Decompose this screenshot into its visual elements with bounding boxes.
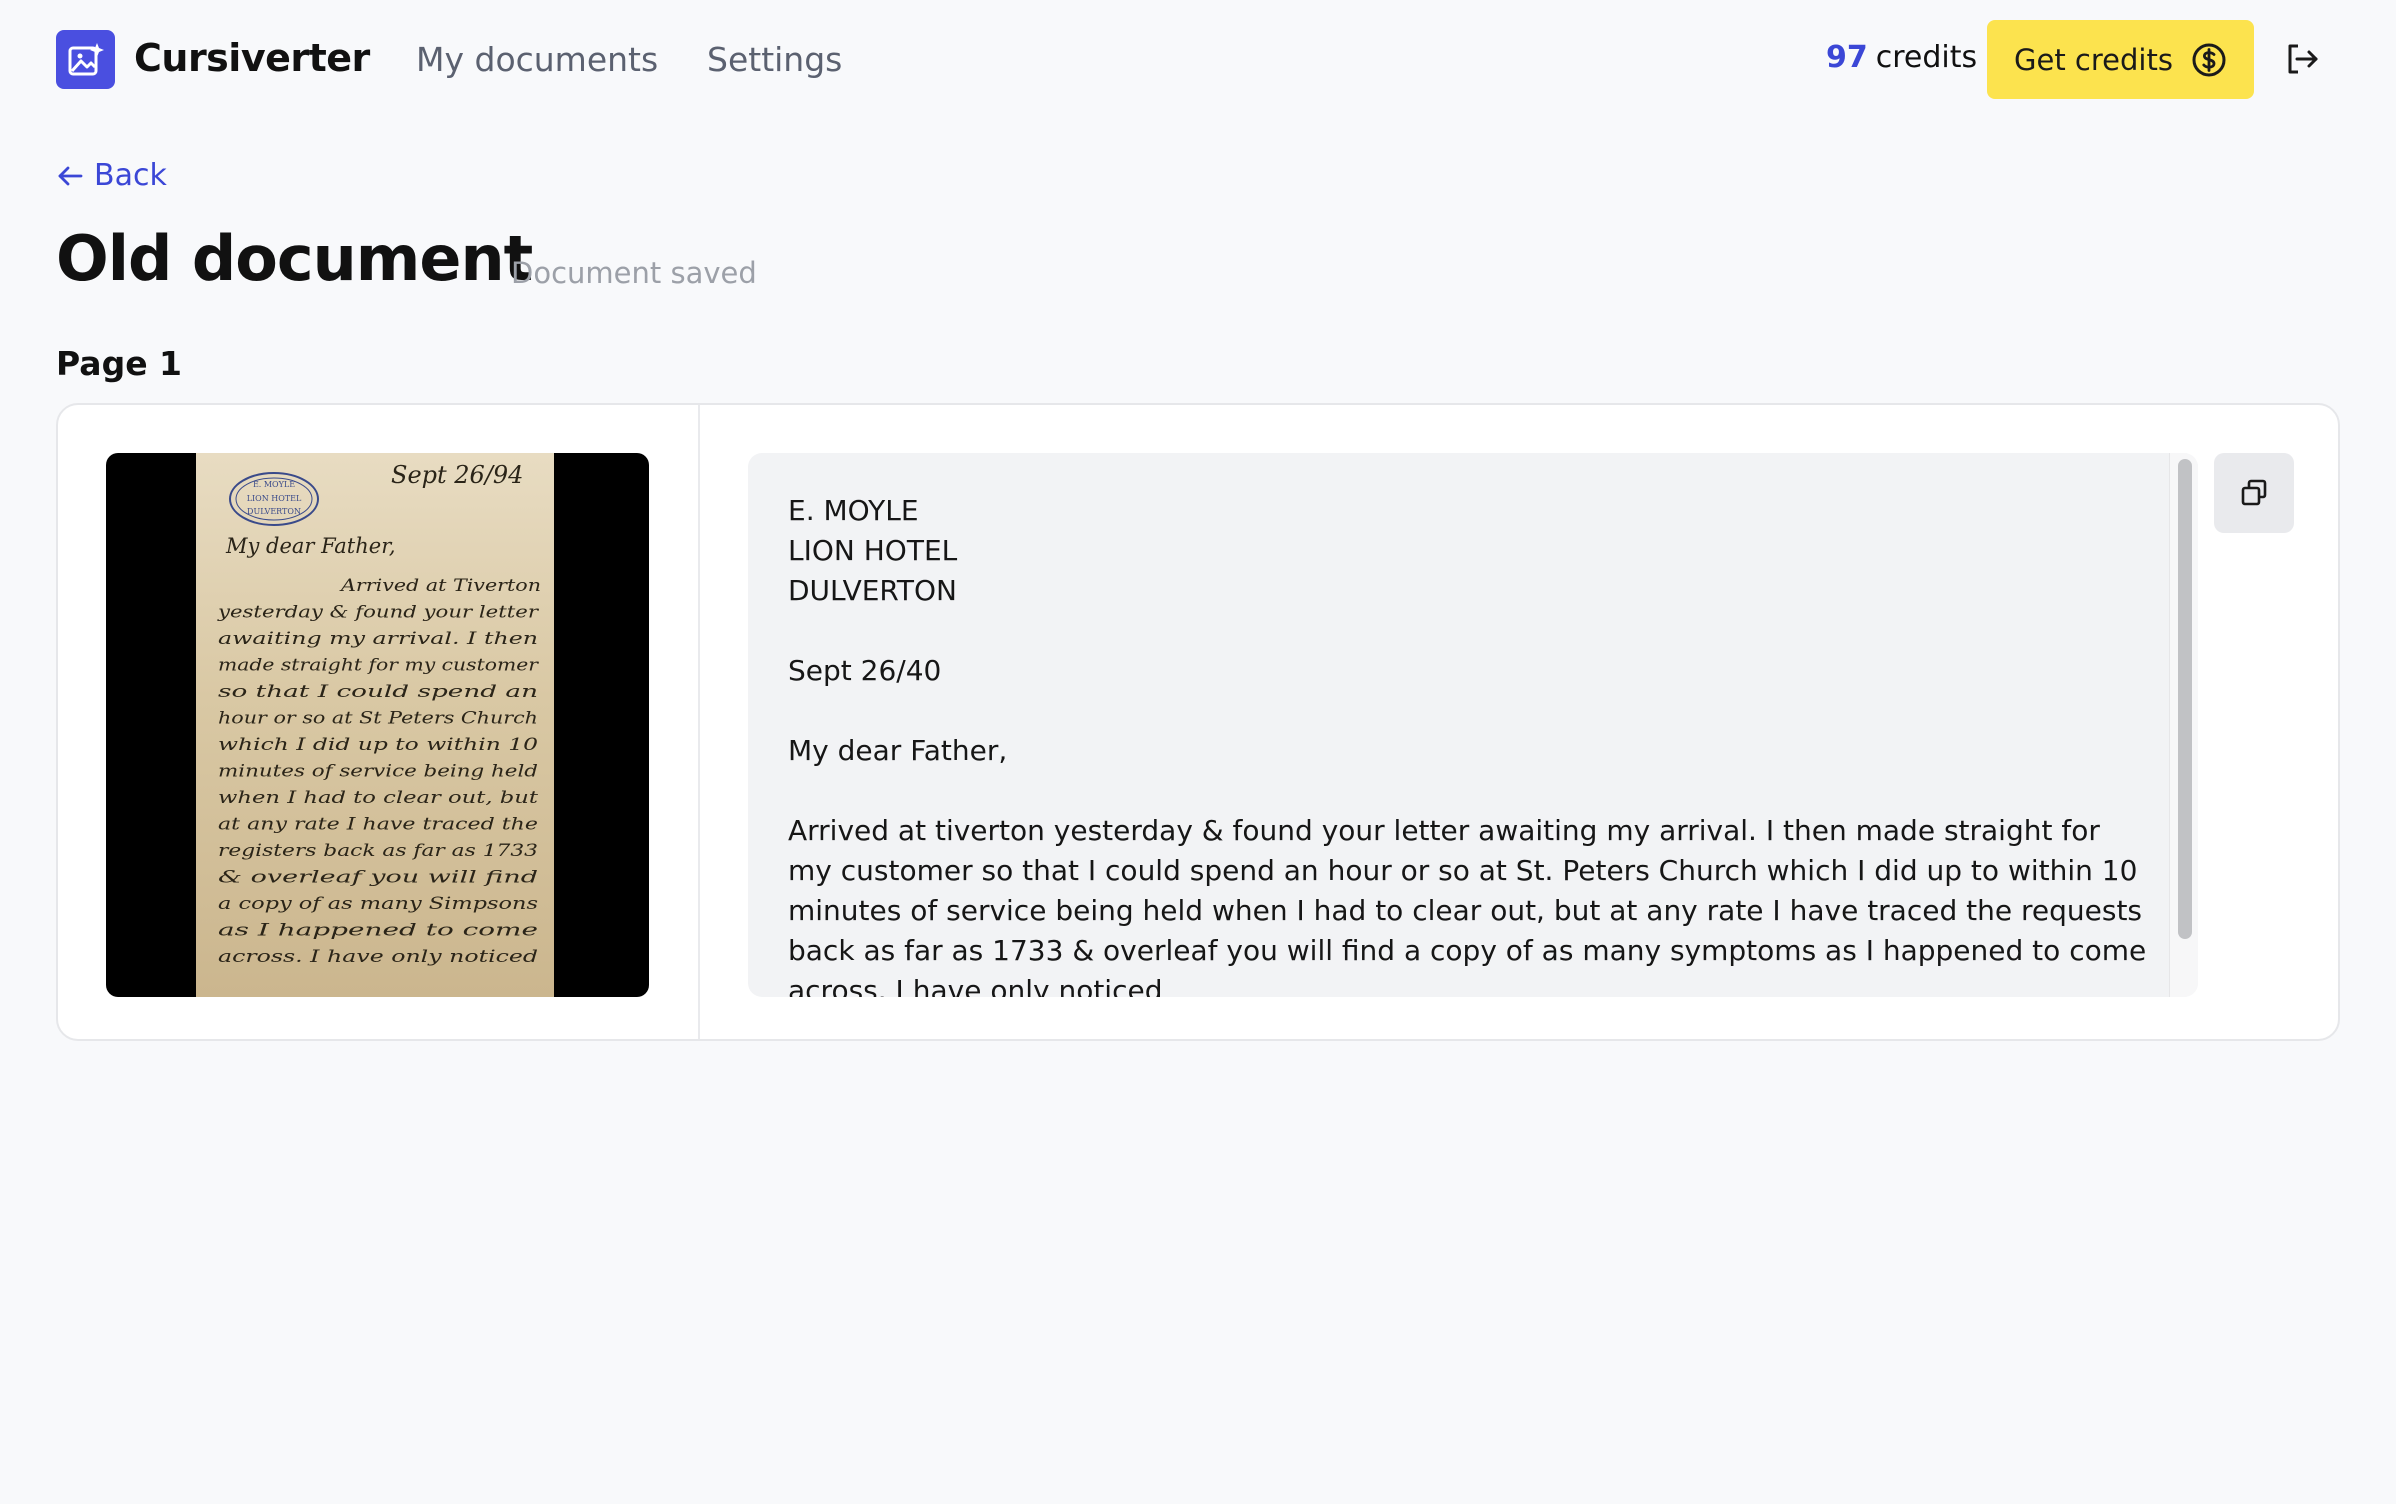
card-divider [698, 405, 700, 1039]
page-title: Old document [56, 222, 533, 295]
back-label: Back [94, 158, 167, 193]
hotel-stamp: E. MOYLE LION HOTEL DULVERTON [229, 472, 319, 526]
back-link[interactable]: Back [56, 158, 167, 193]
transcription-text[interactable]: E. MOYLE LION HOTEL DULVERTON Sept 26/40… [788, 491, 2148, 997]
stamp-line: LION HOTEL [247, 494, 302, 503]
letter-line: made straight for my customer [218, 656, 539, 676]
stamp-line: E. MOYLE [253, 480, 295, 489]
document-image[interactable]: E. MOYLE LION HOTEL DULVERTON Sept 26/94… [106, 453, 649, 997]
letter-line: when I had to clear out, but [218, 788, 538, 808]
letter-line: registers back as far as 1733 [218, 841, 538, 861]
letter-body: Arrived at Tiverton yesterday & found you… [217, 576, 541, 967]
letter-line: yesterday & found your letter [217, 603, 539, 623]
nav-my-documents[interactable]: My documents [416, 40, 658, 79]
copy-icon [2241, 479, 2267, 506]
scrollbar-track[interactable] [2169, 453, 2198, 997]
letter-paper: E. MOYLE LION HOTEL DULVERTON Sept 26/94… [196, 453, 554, 997]
page-label: Page 1 [56, 344, 183, 383]
logout-icon [2288, 44, 2318, 74]
letter-line: so that I could spend an [218, 682, 538, 702]
credits-count: 97 [1826, 40, 1868, 75]
nav-settings[interactable]: Settings [707, 40, 842, 79]
letter-line: a copy of as many Simpsons [218, 894, 538, 914]
scrollbar-thumb[interactable] [2178, 459, 2192, 939]
credits-label: credits [1875, 40, 1978, 75]
top-navigation-bar: Cursiverter My documents Settings 97 cred… [0, 0, 2396, 122]
transcription-textarea[interactable]: E. MOYLE LION HOTEL DULVERTON Sept 26/40… [748, 453, 2198, 997]
credits-balance: 97 credits [1826, 40, 1977, 75]
get-credits-button[interactable]: Get credits [1987, 20, 2254, 99]
brand-name[interactable]: Cursiverter [134, 36, 370, 80]
handwritten-letter: E. MOYLE LION HOTEL DULVERTON Sept 26/94… [217, 461, 541, 967]
letter-salutation: My dear Father, [225, 534, 396, 558]
letter-line: as I happened to come [218, 921, 538, 941]
letter-line: Arrived at Tiverton [339, 576, 541, 596]
letter-line: across. I have only noticed [218, 947, 538, 967]
letter-line: at any rate I have traced the [218, 815, 538, 835]
letter-line: hour or so at St Peters Church [218, 709, 538, 729]
dollar-circle-icon [2192, 43, 2226, 76]
letter-line: which I did up to within 10 [218, 735, 538, 755]
letter-line: minutes of service being held [218, 762, 538, 782]
copy-button[interactable] [2214, 453, 2294, 533]
letter-line: awaiting my arrival. I then [218, 629, 538, 649]
image-sparkle-icon [68, 42, 104, 75]
app-logo[interactable] [56, 30, 115, 89]
stamp-line: DULVERTON [247, 507, 301, 516]
letter-date: Sept 26/94 [391, 461, 523, 489]
letter-line: & overleaf you will find [218, 868, 538, 888]
page-card: E. MOYLE LION HOTEL DULVERTON Sept 26/94… [56, 403, 2340, 1041]
save-status: Document saved [511, 256, 757, 290]
get-credits-label: Get credits [2014, 42, 2173, 77]
arrow-left-icon [58, 166, 83, 185]
logout-button[interactable] [2284, 41, 2320, 77]
